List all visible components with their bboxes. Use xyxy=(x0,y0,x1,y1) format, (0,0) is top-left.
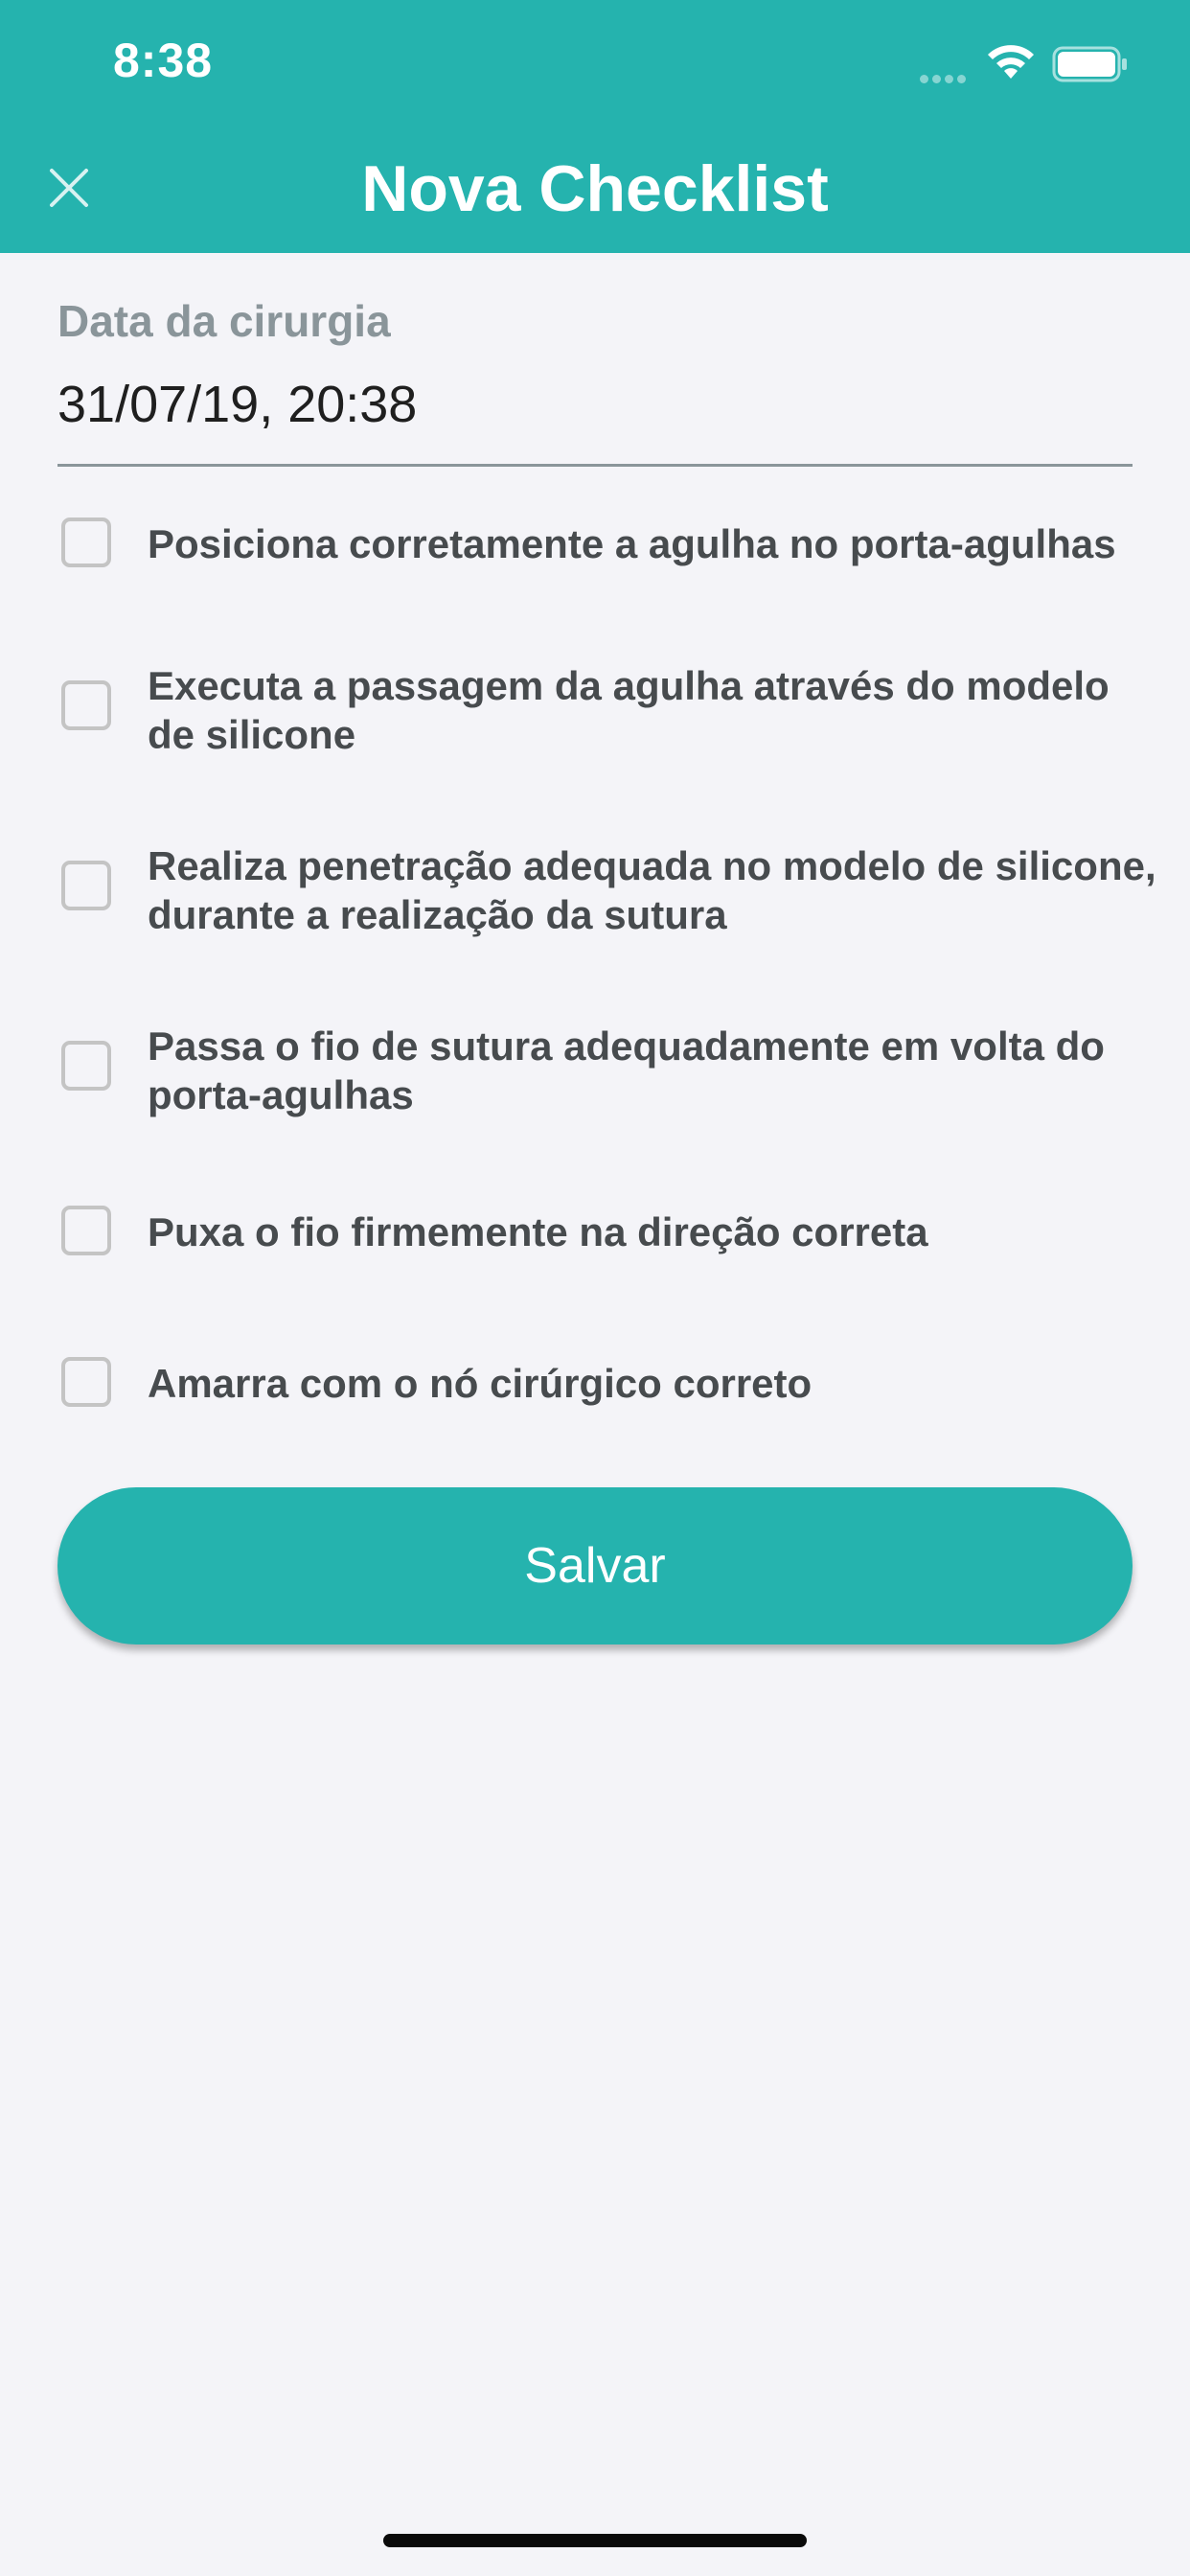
cellular-signal-icon xyxy=(920,71,973,83)
surgery-date-field[interactable] xyxy=(57,374,1131,435)
checklist-item[interactable]: Executa a passagem da agulha através do … xyxy=(61,661,1163,767)
checklist-item-label: Amarra com o nó cirúrgico correto xyxy=(148,1361,812,1406)
checkbox[interactable] xyxy=(61,680,111,730)
checklist-item-label: Executa a passagem da agulha através do … xyxy=(148,663,1110,757)
checklist-item-label: Puxa o fio firmemente na direção correta xyxy=(148,1209,928,1254)
checklist-item[interactable]: Amarra com o nó cirúrgico correto xyxy=(61,1357,1163,1414)
date-field-label: Data da cirurgia xyxy=(57,296,391,346)
header-bar: 8:38 Nova Checklist xyxy=(0,0,1190,253)
checklist-item[interactable]: Passa o fio de sutura adequadamente em v… xyxy=(61,1022,1163,1127)
checkbox[interactable] xyxy=(61,1206,111,1255)
save-button[interactable]: Salvar xyxy=(57,1487,1133,1644)
checklist-item[interactable]: Posiciona corretamente a agulha no porta… xyxy=(61,518,1163,575)
checklist-item-label: Posiciona corretamente a agulha no porta… xyxy=(148,521,1116,566)
checkbox[interactable] xyxy=(61,1041,111,1091)
status-time: 8:38 xyxy=(113,34,214,87)
checkbox[interactable] xyxy=(61,518,111,567)
checkbox[interactable] xyxy=(61,1357,111,1407)
battery-icon xyxy=(1052,46,1127,82)
checklist-item[interactable]: Realiza penetração adequada no modelo de… xyxy=(61,841,1163,947)
home-indicator xyxy=(383,2534,807,2547)
checkbox[interactable] xyxy=(61,861,111,910)
date-field-underline xyxy=(57,464,1133,467)
checklist-item[interactable]: Puxa o fio firmemente na direção correta xyxy=(61,1206,1163,1263)
checklist-item-label: Passa o fio de sutura adequadamente em v… xyxy=(148,1024,1105,1117)
checklist-item-label: Realiza penetração adequada no modelo de… xyxy=(148,843,1156,937)
page-title: Nova Checklist xyxy=(361,152,829,225)
screen: 8:38 Nova Checklist Data da cirurgia Pos… xyxy=(0,0,1190,2576)
wifi-icon xyxy=(988,45,1034,79)
